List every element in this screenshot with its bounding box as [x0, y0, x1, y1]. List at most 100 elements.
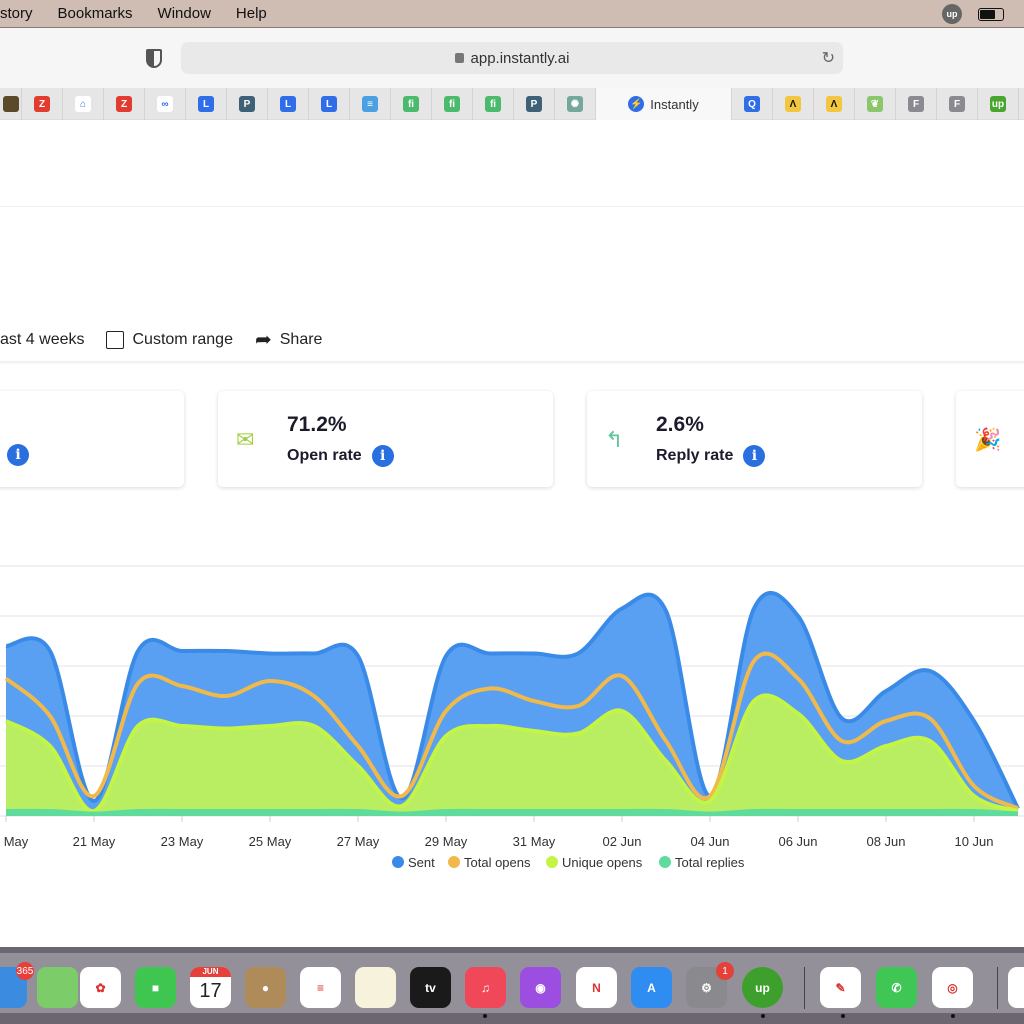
- browser-tab[interactable]: ≡: [350, 88, 391, 120]
- browser-tab[interactable]: ⌂: [63, 88, 104, 120]
- dock-news-icon[interactable]: N: [576, 967, 617, 1008]
- x-tick-label: 29 May: [425, 834, 468, 849]
- browser-tab[interactable]: up: [978, 88, 1019, 120]
- dock-apple-tv-icon[interactable]: tv: [410, 967, 451, 1008]
- browser-tab[interactable]: Q: [732, 88, 773, 120]
- legend-marker[interactable]: [659, 856, 671, 868]
- info-icon[interactable]: i: [7, 444, 29, 466]
- legend-item[interactable]: Total replies: [675, 855, 745, 870]
- dock-background: 365 ✿ ■ JUN 17 ● ≡ tv ♫ ◉ N A ⚙ 1 up ✎ ✆ ◎: [0, 947, 1024, 1024]
- browser-toolbar: app.instantly.ai ↻: [0, 28, 1024, 88]
- menu-help[interactable]: Help: [236, 5, 267, 22]
- browser-tab[interactable]: ∞: [145, 88, 186, 120]
- dock-reminders-icon[interactable]: ≡: [300, 967, 341, 1008]
- dock-chrome-icon[interactable]: ◎: [932, 967, 973, 1008]
- dock-app-store-icon[interactable]: A: [631, 967, 672, 1008]
- reply-rate-value: 2.6%: [656, 413, 704, 436]
- browser-tab[interactable]: [0, 88, 22, 120]
- menu-window[interactable]: Window: [158, 5, 211, 22]
- dock-calendar-icon[interactable]: JUN 17: [190, 967, 231, 1008]
- divider: [0, 361, 1024, 365]
- x-tick-label: May: [4, 834, 29, 849]
- reload-icon[interactable]: ↻: [822, 48, 835, 68]
- upwork-status-icon[interactable]: up: [942, 4, 962, 24]
- address-bar[interactable]: app.instantly.ai ↻: [181, 42, 843, 74]
- dock-contacts-icon[interactable]: ●: [245, 967, 286, 1008]
- dock-music-icon[interactable]: ♫: [465, 967, 506, 1008]
- dock-separator: [804, 967, 805, 1009]
- tab-title: Instantly: [650, 96, 699, 112]
- browser-tab[interactable]: Z: [104, 88, 145, 120]
- reply-rate-card: ↰ 2.6% Reply rate i: [587, 391, 922, 487]
- browser-tab[interactable]: Z: [22, 88, 63, 120]
- browser-tab[interactable]: P: [227, 88, 268, 120]
- custom-range-label: Custom range: [132, 330, 233, 348]
- browser-tab[interactable]: fi: [473, 88, 514, 120]
- dock-notes-icon[interactable]: [355, 967, 396, 1008]
- browser-tab[interactable]: Λ: [814, 88, 855, 120]
- x-tick-label: 27 May: [337, 834, 380, 849]
- menu-bookmarks[interactable]: Bookmarks: [58, 5, 133, 22]
- lemlist-icon: L: [321, 96, 337, 112]
- legend-item[interactable]: Sent: [408, 855, 435, 870]
- pipe-icon: P: [239, 96, 255, 112]
- x-tick-label: 21 May: [73, 834, 116, 849]
- info-icon[interactable]: i: [743, 445, 766, 467]
- browser-tab[interactable]: fi: [432, 88, 473, 120]
- legend-marker[interactable]: [546, 856, 558, 868]
- dock-textedit-icon[interactable]: ✎: [820, 967, 861, 1008]
- analytics-page: ast 4 weeks Custom range ➦ Share i ✉ 71.2…: [0, 121, 1024, 947]
- x-tick-label: 23 May: [161, 834, 204, 849]
- privacy-shield-icon[interactable]: [146, 49, 162, 68]
- x-tick-label: 31 May: [513, 834, 556, 849]
- browser-tab[interactable]: P: [514, 88, 555, 120]
- calendar-icon: [106, 330, 125, 349]
- browser-tab[interactable]: ✺: [555, 88, 596, 120]
- dock-upwork-icon[interactable]: up: [742, 967, 783, 1008]
- fi-icon: fi: [444, 96, 460, 112]
- x-tick-label: 06 Jun: [778, 834, 817, 849]
- reply-rate-label: Reply rate: [656, 447, 734, 464]
- browser-tab[interactable]: ❦: [855, 88, 896, 120]
- dock-facetime-icon[interactable]: ■: [135, 967, 176, 1008]
- share-arrow-icon: ➦: [254, 329, 272, 351]
- lion-icon: [2, 96, 19, 112]
- f-icon: F: [908, 96, 924, 112]
- browser-tab[interactable]: L: [309, 88, 350, 120]
- dock-maps-icon[interactable]: [37, 967, 78, 1008]
- running-indicator: [761, 1014, 765, 1018]
- legend-marker[interactable]: [448, 856, 460, 868]
- wheat-icon: ❦: [867, 96, 883, 112]
- dock-document-icon[interactable]: [1008, 967, 1024, 1008]
- dock-whatsapp-icon[interactable]: ✆: [876, 967, 917, 1008]
- share-button[interactable]: ➦ Share: [255, 327, 322, 352]
- last-4-weeks-filter[interactable]: ast 4 weeks: [0, 331, 84, 349]
- apollo-icon: Λ: [826, 96, 842, 112]
- browser-tab[interactable]: Λ: [773, 88, 814, 120]
- browser-tab[interactable]: F: [896, 88, 937, 120]
- tab-instantly[interactable]: ⚡ Instantly: [596, 88, 732, 120]
- info-icon[interactable]: i: [371, 445, 394, 467]
- apollo-icon: Λ: [785, 96, 801, 112]
- open-rate-card: ✉ 71.2% Open rate i: [218, 391, 553, 487]
- battery-icon[interactable]: [978, 7, 1004, 21]
- running-indicator: [951, 1014, 955, 1018]
- x-tick-label: 08 Jun: [866, 834, 905, 849]
- menu-history[interactable]: story: [0, 5, 33, 22]
- dock-photos-icon[interactable]: ✿: [80, 967, 121, 1008]
- legend-item[interactable]: Total opens: [464, 855, 531, 870]
- browser-tab[interactable]: fi: [391, 88, 432, 120]
- browser-tab[interactable]: L: [268, 88, 309, 120]
- custom-range-button[interactable]: Custom range: [106, 330, 233, 349]
- party-popper-icon: 🎉: [974, 427, 1002, 452]
- legend-marker[interactable]: [392, 856, 404, 868]
- lock-icon: [454, 53, 464, 63]
- dock: 365 ✿ ■ JUN 17 ● ≡ tv ♫ ◉ N A ⚙ 1 up ✎ ✆ ◎: [0, 953, 1024, 1018]
- browser-tab[interactable]: L: [186, 88, 227, 120]
- browser-tab[interactable]: F: [937, 88, 978, 120]
- url-text: app.instantly.ai: [470, 49, 570, 67]
- calendar-day: 17: [199, 980, 222, 1002]
- zoho-z-icon: Z: [116, 96, 132, 112]
- legend-item[interactable]: Unique opens: [562, 855, 643, 870]
- dock-podcasts-icon[interactable]: ◉: [520, 967, 561, 1008]
